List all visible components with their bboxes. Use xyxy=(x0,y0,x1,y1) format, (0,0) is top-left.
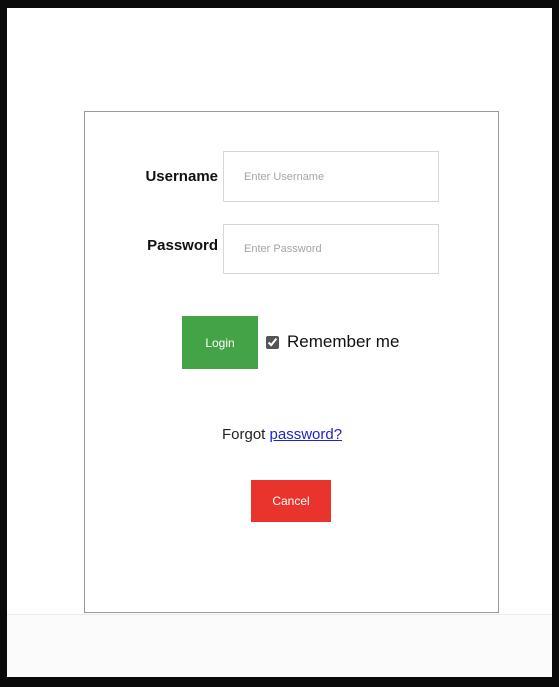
remember-me-label[interactable]: Remember me xyxy=(287,332,399,352)
remember-me-control[interactable]: Remember me xyxy=(266,331,399,353)
password-label: Password xyxy=(147,237,218,254)
forgot-password-link[interactable]: password? xyxy=(270,426,343,443)
remember-me-checkbox[interactable] xyxy=(266,335,279,349)
forgot-prefix: Forgot xyxy=(222,426,266,443)
username-input[interactable] xyxy=(223,151,439,202)
password-input[interactable] xyxy=(223,224,439,274)
bottom-band xyxy=(7,615,552,677)
forgot-password-line: Forgot password? xyxy=(222,426,342,443)
cancel-button[interactable]: Cancel xyxy=(251,480,331,522)
login-button[interactable]: Login xyxy=(182,316,258,369)
username-label: Username xyxy=(145,168,218,185)
